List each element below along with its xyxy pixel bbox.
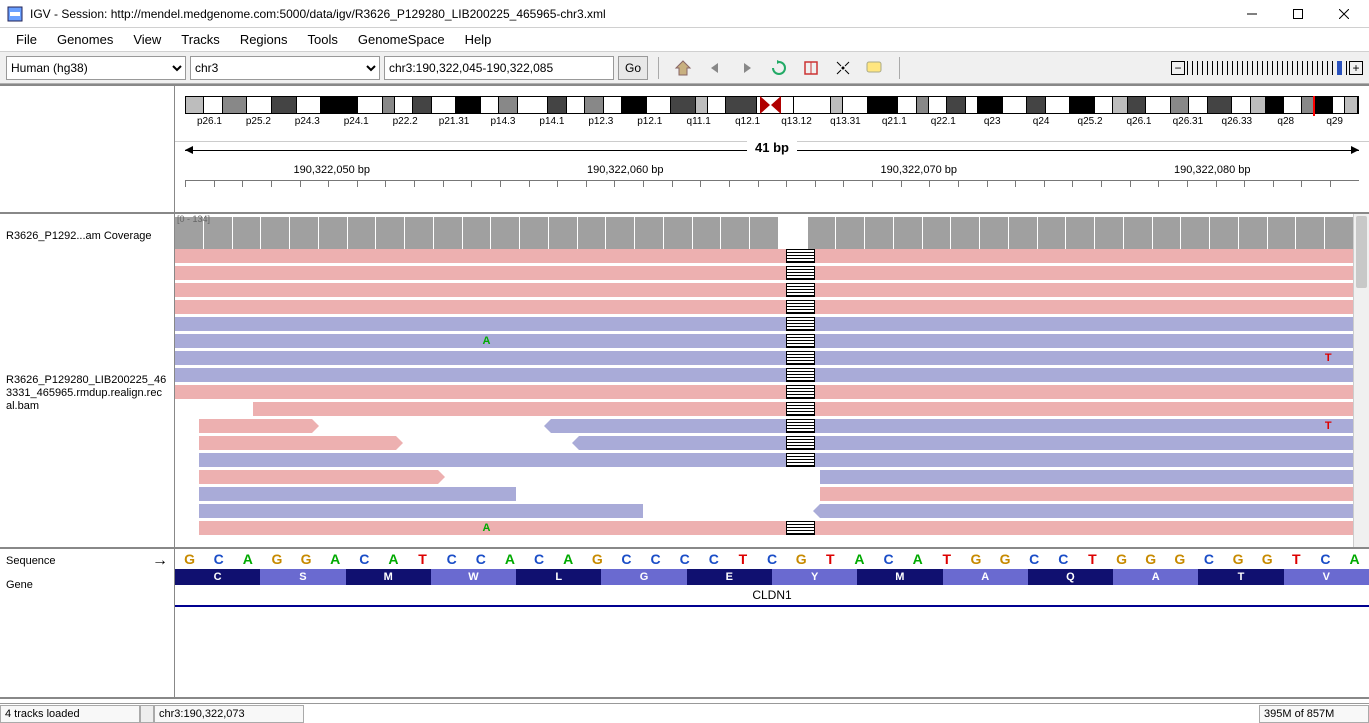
track-names-panel[interactable]: R3626_P1292...am Coverage R3626_P129280_… <box>0 214 175 547</box>
go-button[interactable]: Go <box>618 56 648 80</box>
zoom-out-button[interactable]: − <box>1171 61 1185 75</box>
status-position: chr3:190,322,073 <box>154 705 304 723</box>
span-label: 41 bp <box>747 140 797 155</box>
ideogram-labels: p26.1p25.2p24.3p24.1p22.2p21.31p14.3p14.… <box>185 116 1359 127</box>
home-icon[interactable] <box>669 56 697 80</box>
menu-regions[interactable]: Regions <box>230 30 298 49</box>
tooltip-icon[interactable] <box>861 56 889 80</box>
ideogram[interactable] <box>185 96 1359 114</box>
coverage-range-label: [0 - 134] <box>177 214 210 224</box>
alignment-scrollbar[interactable] <box>1353 214 1369 547</box>
amino-acid-row[interactable]: CSMWLGEYMAQATV <box>175 569 1369 585</box>
app-icon <box>6 5 24 23</box>
genome-select[interactable]: Human (hg38) <box>6 56 186 80</box>
gene-bar[interactable] <box>175 605 1369 607</box>
gene-name[interactable]: CLDN1 <box>175 588 1369 602</box>
menu-bar: FileGenomesViewTracksRegionsToolsGenomeS… <box>0 28 1369 52</box>
alignment-track[interactable]: ATTA <box>175 249 1369 544</box>
back-icon[interactable] <box>701 56 729 80</box>
zoom-in-button[interactable]: + <box>1349 61 1363 75</box>
chromosome-header-row: p26.1p25.2p24.3p24.1p22.2p21.31p14.3p14.… <box>0 84 1369 214</box>
menu-help[interactable]: Help <box>455 30 502 49</box>
status-grip-icon[interactable] <box>140 705 154 723</box>
menu-file[interactable]: File <box>6 30 47 49</box>
status-bar: 4 tracks loaded chr3:190,322,073 395M of… <box>0 703 1369 723</box>
menu-tools[interactable]: Tools <box>298 30 348 49</box>
menu-view[interactable]: View <box>123 30 171 49</box>
menu-genomes[interactable]: Genomes <box>47 30 123 49</box>
sequence-row: Sequence → Gene GCAGGACATCCACAGCCCCTCGTA… <box>0 549 1369 699</box>
arrow-right-icon: → <box>152 553 168 569</box>
window-title: IGV - Session: http://mendel.medgenome.c… <box>30 7 1229 21</box>
locus-input[interactable] <box>384 56 614 80</box>
sequence-track-label[interactable]: Sequence <box>6 553 56 569</box>
maximize-button[interactable] <box>1275 0 1321 28</box>
fit-icon[interactable] <box>829 56 857 80</box>
sequence-bases[interactable]: GCAGGACATCCACAGCCCCTCGTACATGGCCTGGGCGGTC… <box>175 551 1369 567</box>
minimize-button[interactable] <box>1229 0 1275 28</box>
coverage-track-name[interactable]: R3626_P1292...am Coverage <box>6 230 168 242</box>
zoom-slider[interactable]: − + <box>1171 61 1363 75</box>
alignment-row: R3626_P1292...am Coverage R3626_P129280_… <box>0 214 1369 549</box>
bam-track-name[interactable]: R3626_P129280_LIB200225_463331_465965.rm… <box>6 374 168 413</box>
forward-icon[interactable] <box>733 56 761 80</box>
toolbar: Human (hg38) chr3 Go − + <box>0 52 1369 84</box>
title-bar: IGV - Session: http://mendel.medgenome.c… <box>0 0 1369 28</box>
header-left-panel <box>0 86 175 212</box>
status-memory: 395M of 857M <box>1259 705 1369 723</box>
menu-genomespace[interactable]: GenomeSpace <box>348 30 455 49</box>
coverage-track[interactable]: [0 - 134] <box>175 214 1369 249</box>
close-button[interactable] <box>1321 0 1367 28</box>
status-tracks: 4 tracks loaded <box>0 705 140 723</box>
refresh-icon[interactable] <box>765 56 793 80</box>
menu-tracks[interactable]: Tracks <box>171 30 230 49</box>
region-icon[interactable] <box>797 56 825 80</box>
gene-track-label[interactable]: Gene <box>6 577 168 593</box>
chromosome-select[interactable]: chr3 <box>190 56 380 80</box>
ruler[interactable]: 41 bp 190,322,050 bp190,322,060 bp190,32… <box>175 141 1369 196</box>
